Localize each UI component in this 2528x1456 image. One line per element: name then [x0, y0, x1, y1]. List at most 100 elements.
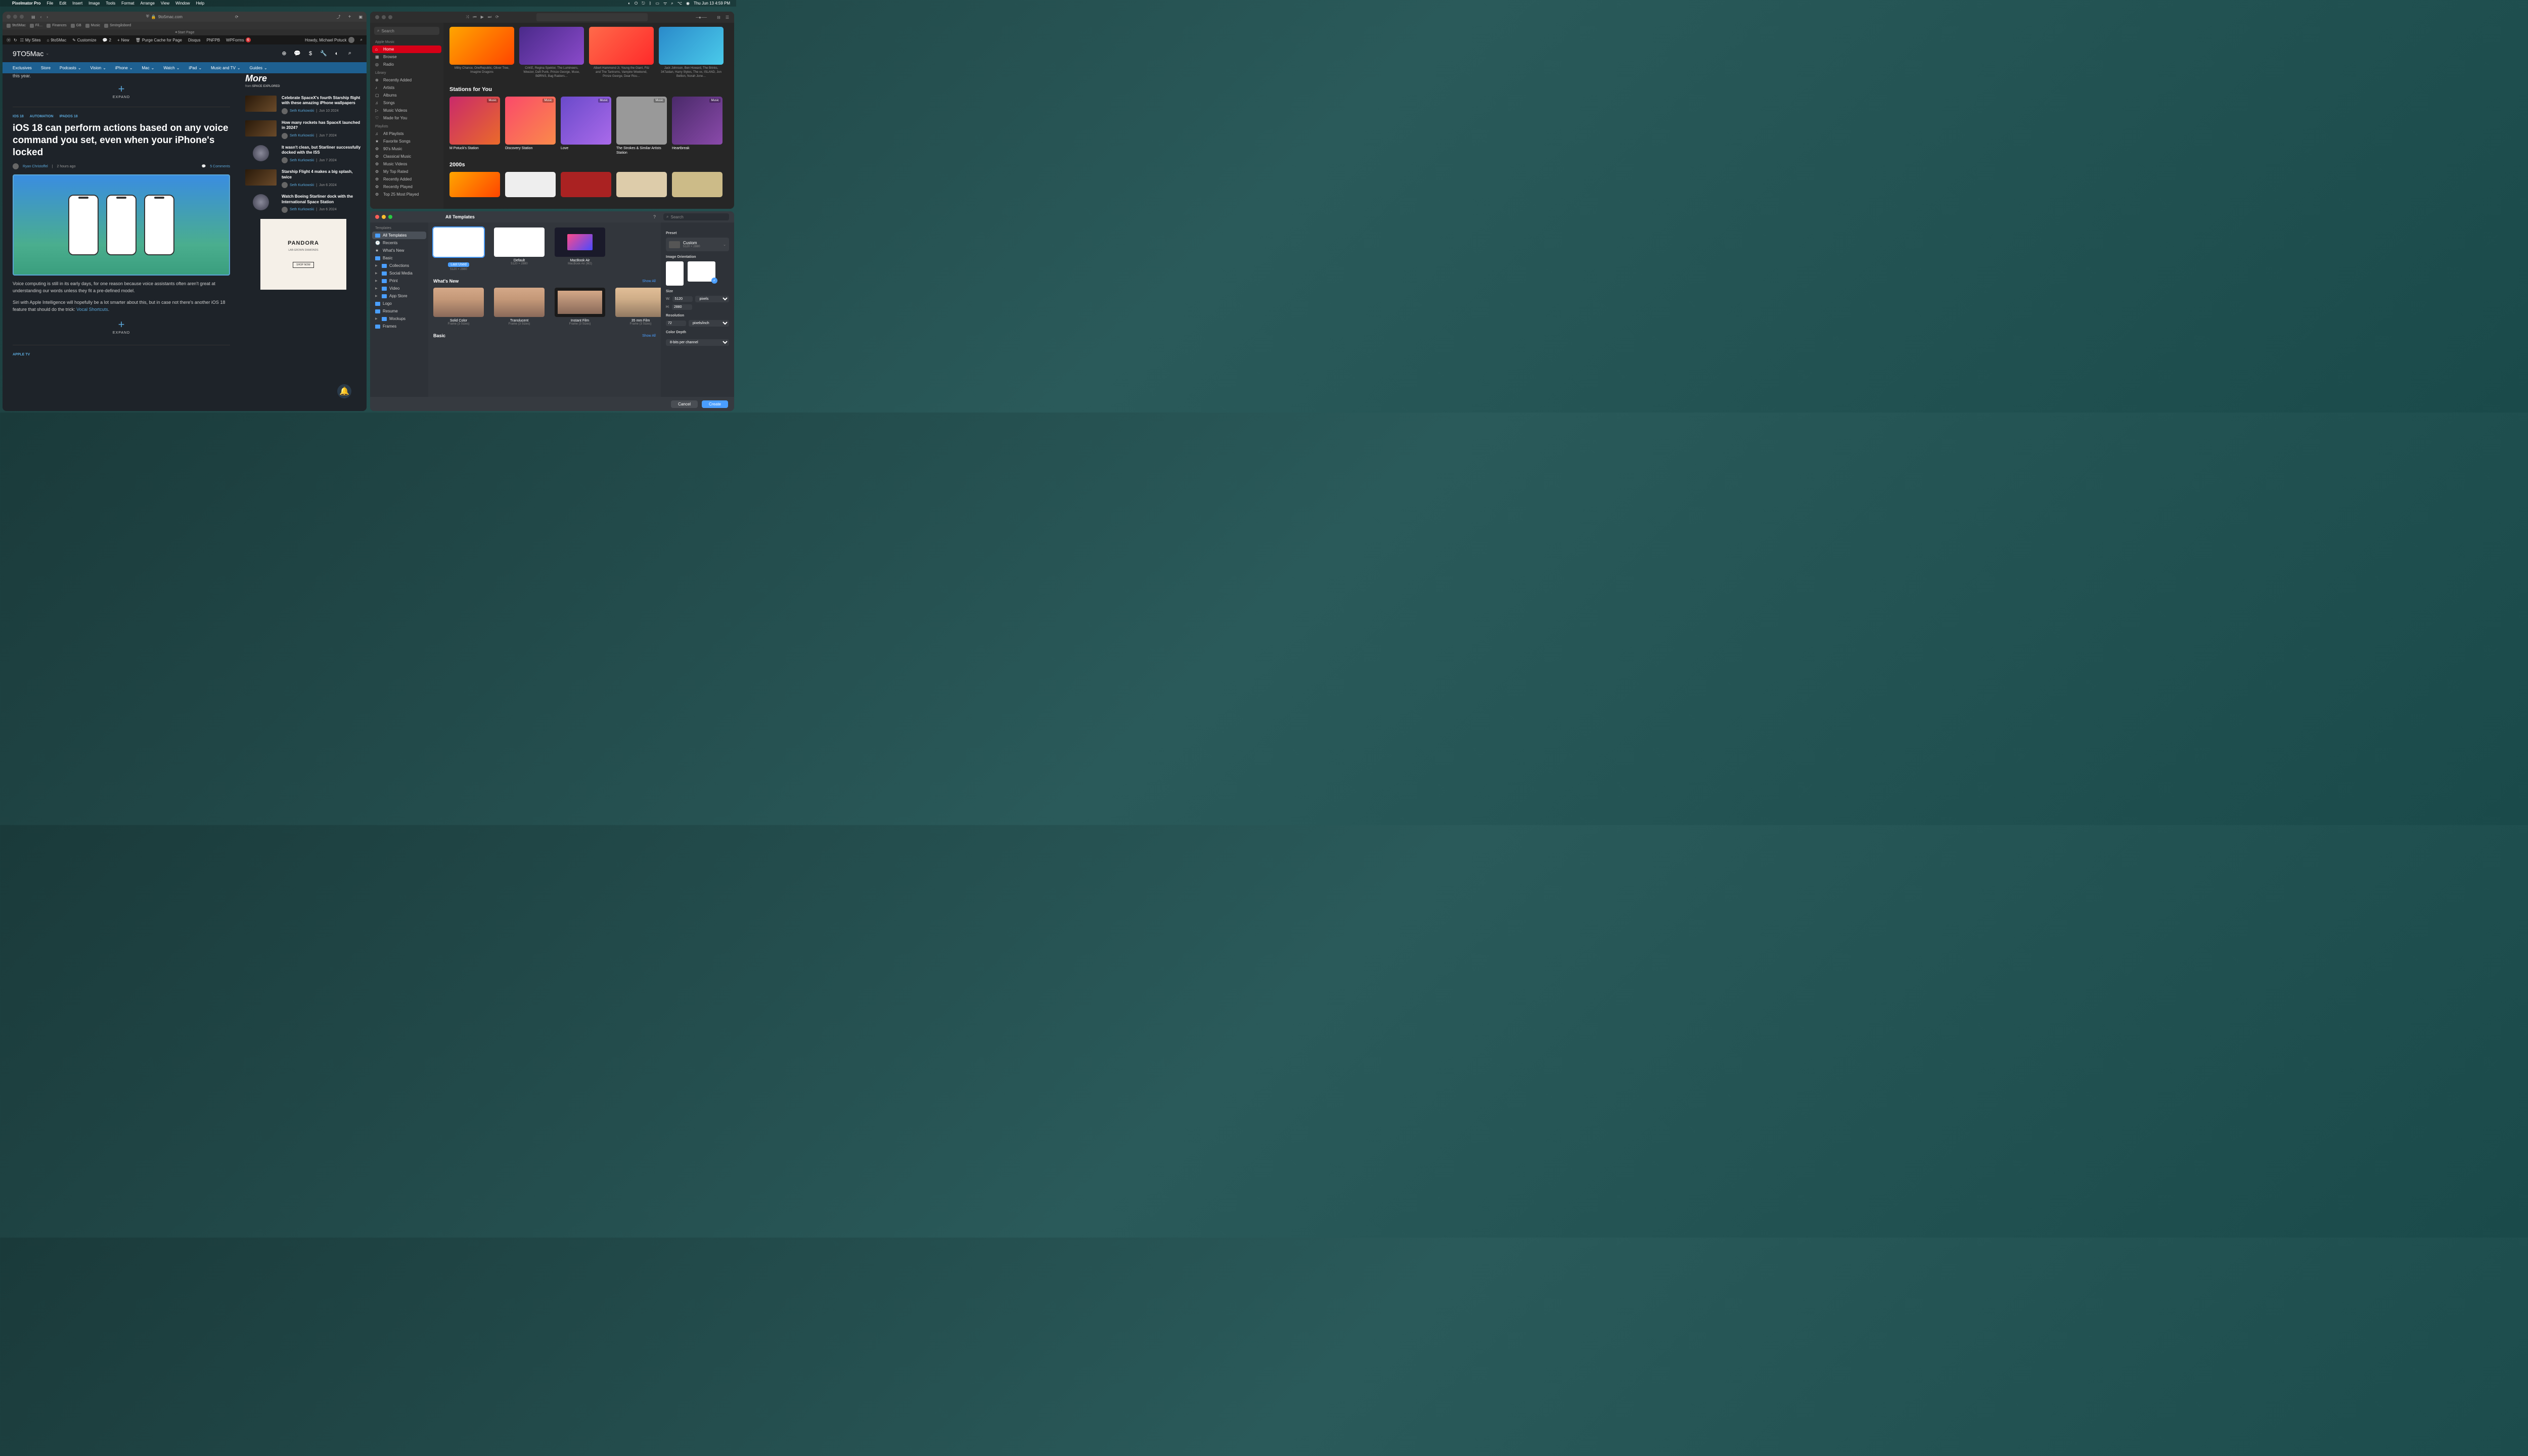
close-window-button[interactable]	[375, 15, 379, 19]
sidebar-songs[interactable]: ♫Songs	[370, 99, 443, 107]
repeat-button[interactable]: ⟳	[495, 15, 499, 20]
sidebar-browse[interactable]: ▦Browse	[370, 53, 443, 61]
wp-site-link[interactable]: ⌂ 9to5Mac	[47, 38, 67, 42]
sidebar-article[interactable]: Celebrate SpaceX's fourth Starship fligh…	[245, 96, 362, 114]
wifi-icon[interactable]: ᯤ	[663, 1, 667, 6]
nav-guides[interactable]: Guides ⌄	[250, 66, 267, 70]
template-35mm-film[interactable]: 35 mm FilmFrame (3 Sizes)	[615, 288, 661, 326]
menubar-datetime[interactable]: Thu Jun 13 4:59 PM	[694, 1, 730, 6]
sidebar-made-for-you[interactable]: ♡Made for You	[370, 114, 443, 122]
comments-link[interactable]: 5 Comments	[210, 165, 230, 168]
wp-wpforms[interactable]: WPForms 6	[226, 37, 251, 42]
sidebar-print[interactable]: ▶Print	[370, 277, 428, 285]
status-icon[interactable]: ⏻	[635, 1, 638, 6]
menu-insert[interactable]: Insert	[72, 1, 82, 6]
queue-button[interactable]: ☰	[726, 15, 729, 20]
show-all-link[interactable]: Show All	[642, 334, 656, 338]
share-icon[interactable]: ⤴	[337, 14, 341, 20]
wp-pnfpb[interactable]: PNFPB	[206, 38, 220, 42]
sidebar-collections[interactable]: ▶Collections	[370, 262, 428, 269]
playlist-item[interactable]: ⚙Recently Played	[370, 183, 443, 191]
notification-bell-button[interactable]: 🔔	[337, 384, 351, 398]
siri-icon[interactable]: ◉	[686, 1, 690, 6]
search-icon[interactable]: ⌕	[360, 37, 363, 42]
minimize-window-button[interactable]	[382, 215, 386, 219]
nav-store[interactable]: Store	[41, 66, 51, 70]
station-card[interactable]: MusicThe Strokes & Similar Artists Stati…	[616, 97, 667, 155]
wp-comments[interactable]: 💬 2	[103, 38, 111, 42]
preset-dropdown[interactable]: Custom 5120 × 2880 ⌄	[666, 238, 729, 251]
nav-exclusives[interactable]: Exclusives	[13, 66, 32, 70]
template-instant-film[interactable]: Instant FilmFrame (3 Sizes)	[555, 288, 605, 326]
sidebar-logo[interactable]: Logo	[370, 300, 428, 307]
template-translucent[interactable]: TranslucentFrame (3 Sizes)	[494, 288, 545, 326]
safari-tab[interactable]: GB	[71, 24, 81, 28]
station-card[interactable]: MusicM Potuck's Station	[449, 97, 500, 155]
close-window-button[interactable]	[7, 15, 11, 19]
template-search-input[interactable]: ⌕ Search	[663, 213, 729, 220]
help-icon[interactable]: ?	[653, 214, 656, 219]
safari-tab[interactable]: Music	[85, 24, 100, 28]
sidebar-article[interactable]: It wasn't clean, but Starliner successfu…	[245, 145, 362, 164]
wp-my-sites[interactable]: ☷ My Sites	[20, 38, 41, 42]
album-card[interactable]	[449, 172, 500, 197]
sidebar-basic[interactable]: Basic	[370, 254, 428, 262]
album-card[interactable]	[505, 172, 556, 197]
menu-help[interactable]: Help	[196, 1, 204, 6]
station-card[interactable]: Albert Hammond Jr, Young the Giant, Fitz…	[589, 27, 654, 80]
section-tag[interactable]: APPLE TV	[13, 345, 230, 356]
reload-icon[interactable]: ⟳	[235, 15, 239, 19]
bluetooth-icon[interactable]: ᛒ	[649, 1, 652, 6]
add-icon[interactable]: ⊕	[280, 50, 288, 58]
station-card[interactable]: Milky Chance, OneRepublic, Oliver Tree, …	[449, 27, 514, 80]
sidebar-social-media[interactable]: ▶Social Media	[370, 269, 428, 277]
search-icon[interactable]: ⌕	[346, 50, 354, 58]
new-tab-button[interactable]: +	[348, 14, 351, 20]
space-explored-logo[interactable]: from SPACE EXPLORED	[245, 85, 362, 88]
nav-podcasts[interactable]: Podcasts ⌄	[60, 66, 81, 70]
sidebar-app-store[interactable]: ▶App Store	[370, 292, 428, 300]
width-input[interactable]	[672, 296, 693, 302]
sidebar-mockups[interactable]: ▶Mockups	[370, 315, 428, 323]
tag-link[interactable]: AUTOMATION	[30, 115, 54, 118]
sidebar-video[interactable]: ▶Video	[370, 285, 428, 292]
nav-vision[interactable]: Vision ⌄	[91, 66, 106, 70]
sidebar-resume[interactable]: Resume	[370, 307, 428, 315]
cancel-button[interactable]: Cancel	[671, 400, 698, 408]
menu-file[interactable]: File	[47, 1, 53, 6]
album-card[interactable]	[672, 172, 723, 197]
station-card[interactable]: MusicDiscovery Station	[505, 97, 556, 155]
orientation-landscape[interactable]: ✓	[688, 261, 715, 282]
sidebar-home[interactable]: ⌂Home	[372, 46, 441, 53]
now-playing-display[interactable]	[536, 13, 648, 21]
minimize-window-button[interactable]	[382, 15, 386, 19]
sidebar-radio[interactable]: ◎Radio	[370, 61, 443, 68]
station-card[interactable]: MusicHeartbreak	[672, 97, 723, 155]
search-icon[interactable]: ⌕	[671, 1, 673, 6]
playlist-item[interactable]: ⚙Recently Added	[370, 175, 443, 183]
playlist-item[interactable]: ⚙Classical Music	[370, 153, 443, 160]
sidebar-recents[interactable]: 🕐Recents	[370, 239, 428, 247]
sidebar-albums[interactable]: ▢Albums	[370, 92, 443, 99]
wrench-icon[interactable]: 🔧	[320, 50, 328, 58]
sidebar-recently-added[interactable]: ⊕Recently Added	[370, 76, 443, 84]
battery-icon[interactable]: ▭	[655, 1, 659, 6]
wp-disqus[interactable]: Disqus	[188, 38, 200, 42]
playlist-item[interactable]: ⚙Music Videos	[370, 160, 443, 168]
article-title[interactable]: iOS 18 can perform actions based on any …	[13, 122, 230, 158]
nav-forward-button[interactable]: ›	[47, 15, 48, 19]
darkmode-icon[interactable]: ◐	[333, 50, 341, 58]
safari-tab[interactable]: Finances	[47, 24, 66, 28]
safari-start-page-tab[interactable]: ✦ Start Page	[3, 29, 367, 35]
menu-image[interactable]: Image	[88, 1, 100, 6]
dollar-icon[interactable]: $	[306, 50, 314, 58]
station-card[interactable]: Jack Johnson, Ben Howard, The Brinks, 34…	[659, 27, 724, 80]
playlist-item[interactable]: ♫All Playlists	[370, 130, 443, 138]
nav-back-button[interactable]: ‹	[40, 15, 42, 19]
expand-button[interactable]: + EXPAND	[13, 318, 230, 335]
template-solid-color[interactable]: Solid ColorFrame (3 Sizes)	[433, 288, 484, 326]
menu-tools[interactable]: Tools	[106, 1, 115, 6]
ad-cta-button[interactable]: SHOP NOW	[293, 262, 314, 268]
template-last-used[interactable]: Last Used 5120 × 2880	[433, 228, 484, 271]
status-icon[interactable]: ⎋	[642, 1, 645, 6]
